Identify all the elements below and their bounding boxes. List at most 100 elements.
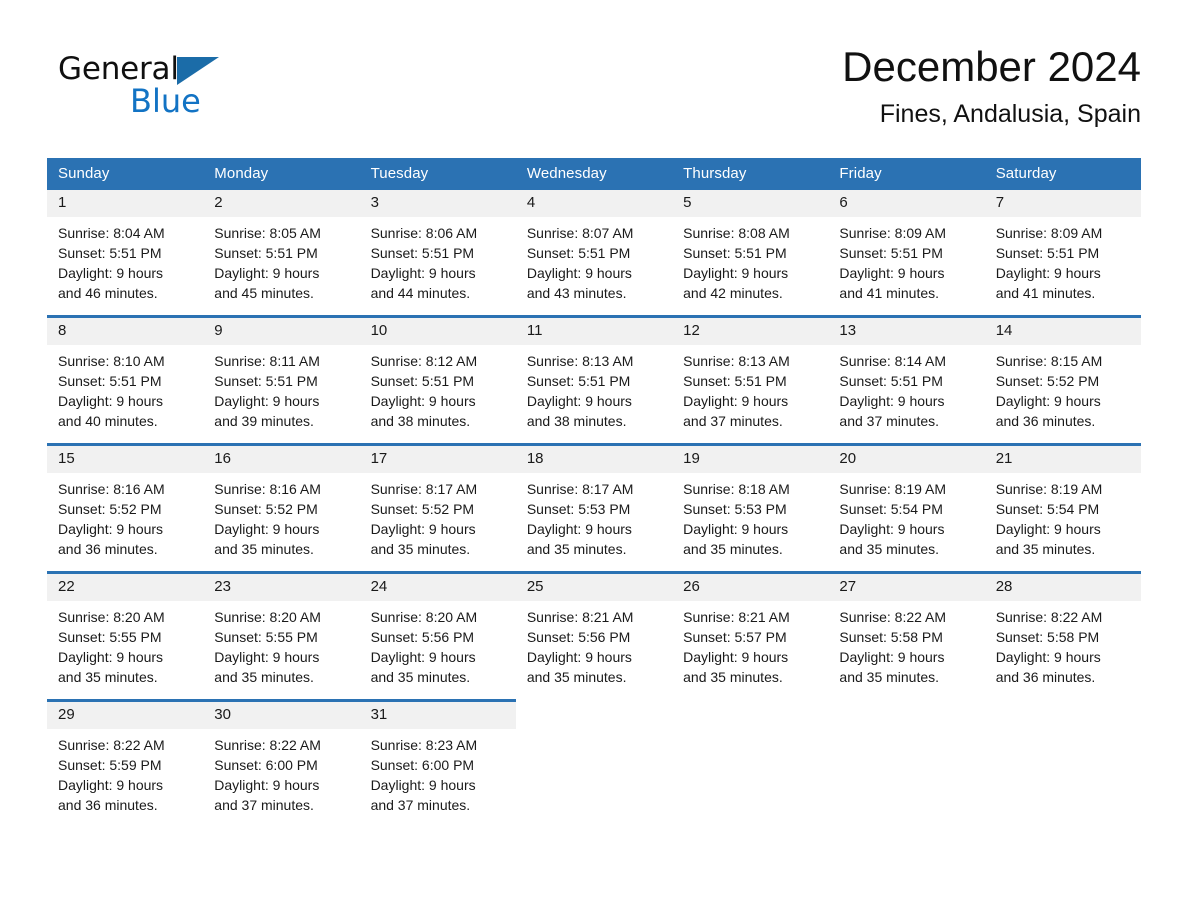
day-daylight-line1-text: Daylight: 9 hours bbox=[839, 649, 945, 665]
day-cell[interactable]: Sunrise: 8:22 AM Sunset: 6:00 PM Daylight:… bbox=[203, 729, 360, 827]
day-number[interactable]: 4 bbox=[515, 190, 673, 217]
day-number[interactable]: 5 bbox=[672, 190, 829, 217]
day-number[interactable]: 21 bbox=[984, 443, 1141, 473]
day-number[interactable]: 18 bbox=[515, 443, 673, 473]
day-cell[interactable]: Sunrise: 8:19 AM Sunset: 5:54 PM Daylight:… bbox=[984, 473, 1141, 573]
day-daylight-line1-text: Daylight: 9 hours bbox=[683, 265, 789, 281]
day-cell[interactable]: Sunrise: 8:09 AM Sunset: 5:51 PM Daylight:… bbox=[828, 217, 985, 317]
day-cell-empty bbox=[515, 729, 673, 827]
day-cell[interactable]: Sunrise: 8:14 AM Sunset: 5:51 PM Daylight:… bbox=[828, 345, 985, 445]
day-sunset-text: Sunset: 5:58 PM bbox=[995, 629, 1100, 645]
day-daylight-line1-text: Daylight: 9 hours bbox=[58, 393, 164, 409]
day-cell[interactable]: Sunrise: 8:09 AM Sunset: 5:51 PM Daylight:… bbox=[984, 217, 1141, 317]
day-cell[interactable]: Sunrise: 8:06 AM Sunset: 5:51 PM Daylight:… bbox=[359, 217, 516, 317]
day-cell[interactable]: Sunrise: 8:05 AM Sunset: 5:51 PM Daylight:… bbox=[203, 217, 360, 317]
day-sunrise-text: Sunrise: 8:22 AM bbox=[58, 737, 165, 753]
day-cell[interactable]: Sunrise: 8:17 AM Sunset: 5:53 PM Daylight:… bbox=[515, 473, 673, 573]
day-daylight-line1-text: Daylight: 9 hours bbox=[214, 393, 320, 409]
day-sunset-text: Sunset: 5:51 PM bbox=[58, 245, 162, 261]
day-number[interactable]: 2 bbox=[203, 190, 360, 217]
day-number[interactable]: 11 bbox=[515, 315, 673, 345]
day-number-empty bbox=[515, 700, 673, 729]
day-number[interactable]: 30 bbox=[203, 699, 360, 729]
weekday-header-thursday: Thursday bbox=[672, 158, 829, 190]
generalblue-logo[interactable]: General Blue bbox=[58, 52, 318, 120]
day-number[interactable]: 7 bbox=[984, 190, 1141, 217]
logo-top-row: General bbox=[58, 52, 318, 86]
day-daylight-line1-text: Daylight: 9 hours bbox=[370, 393, 476, 409]
weekday-header-friday: Friday bbox=[828, 158, 985, 190]
day-number[interactable]: 22 bbox=[47, 571, 204, 601]
day-sunrise-text: Sunrise: 8:20 AM bbox=[370, 609, 478, 625]
day-cell[interactable]: Sunrise: 8:11 AM Sunset: 5:51 PM Daylight:… bbox=[203, 345, 360, 445]
day-sunrise-text: Sunrise: 8:08 AM bbox=[683, 225, 790, 241]
day-sunset-text: Sunset: 6:00 PM bbox=[214, 757, 318, 773]
week-info-row: Sunrise: 8:16 AM Sunset: 5:52 PM Daylight:… bbox=[47, 473, 1141, 573]
day-number[interactable]: 1 bbox=[47, 190, 204, 217]
day-cell[interactable]: Sunrise: 8:10 AM Sunset: 5:51 PM Daylight:… bbox=[47, 345, 204, 445]
day-cell[interactable]: Sunrise: 8:22 AM Sunset: 5:59 PM Daylight:… bbox=[47, 729, 204, 827]
day-cell[interactable]: Sunrise: 8:21 AM Sunset: 5:57 PM Daylight:… bbox=[672, 601, 829, 701]
day-number[interactable]: 26 bbox=[672, 571, 829, 601]
day-cell-empty bbox=[984, 729, 1141, 827]
day-number[interactable]: 19 bbox=[672, 443, 829, 473]
day-number[interactable]: 23 bbox=[203, 571, 360, 601]
calendar-table: Sunday Monday Tuesday Wednesday Thursday… bbox=[47, 158, 1141, 827]
day-daylight-line2-text: and 38 minutes. bbox=[370, 413, 471, 429]
day-number[interactable]: 6 bbox=[828, 190, 985, 217]
day-cell[interactable]: Sunrise: 8:22 AM Sunset: 5:58 PM Daylight:… bbox=[828, 601, 985, 701]
day-number[interactable]: 20 bbox=[828, 443, 985, 473]
day-sunset-text: Sunset: 5:52 PM bbox=[58, 501, 162, 517]
day-sunrise-text: Sunrise: 8:22 AM bbox=[995, 609, 1103, 625]
day-cell[interactable]: Sunrise: 8:12 AM Sunset: 5:51 PM Daylight:… bbox=[359, 345, 516, 445]
day-cell[interactable]: Sunrise: 8:17 AM Sunset: 5:52 PM Daylight:… bbox=[359, 473, 516, 573]
day-number[interactable]: 28 bbox=[984, 571, 1141, 601]
day-daylight-line2-text: and 35 minutes. bbox=[370, 669, 471, 685]
day-number[interactable]: 25 bbox=[515, 571, 673, 601]
day-daylight-line2-text: and 44 minutes. bbox=[370, 285, 471, 301]
day-number[interactable]: 14 bbox=[984, 315, 1141, 345]
day-cell[interactable]: Sunrise: 8:18 AM Sunset: 5:53 PM Daylight:… bbox=[672, 473, 829, 573]
day-cell[interactable]: Sunrise: 8:08 AM Sunset: 5:51 PM Daylight:… bbox=[672, 217, 829, 317]
day-sunrise-text: Sunrise: 8:06 AM bbox=[370, 225, 478, 241]
day-cell[interactable]: Sunrise: 8:16 AM Sunset: 5:52 PM Daylight:… bbox=[47, 473, 204, 573]
calendar-page: General Blue December 2024 Fines, Andalu… bbox=[0, 0, 1188, 918]
day-number-empty bbox=[984, 700, 1141, 729]
day-cell[interactable]: Sunrise: 8:13 AM Sunset: 5:51 PM Daylight:… bbox=[515, 345, 673, 445]
day-number[interactable]: 3 bbox=[359, 190, 516, 217]
day-cell[interactable]: Sunrise: 8:20 AM Sunset: 5:55 PM Daylight:… bbox=[47, 601, 204, 701]
day-cell[interactable]: Sunrise: 8:23 AM Sunset: 6:00 PM Daylight:… bbox=[359, 729, 516, 827]
day-daylight-line2-text: and 36 minutes. bbox=[995, 413, 1096, 429]
day-number[interactable]: 15 bbox=[47, 443, 204, 473]
day-number[interactable]: 17 bbox=[359, 443, 516, 473]
day-number[interactable]: 29 bbox=[47, 699, 204, 729]
day-number[interactable]: 16 bbox=[203, 443, 360, 473]
day-number[interactable]: 8 bbox=[47, 315, 204, 345]
day-cell[interactable]: Sunrise: 8:15 AM Sunset: 5:52 PM Daylight:… bbox=[984, 345, 1141, 445]
day-sunset-text: Sunset: 5:54 PM bbox=[995, 501, 1100, 517]
day-cell[interactable]: Sunrise: 8:04 AM Sunset: 5:51 PM Daylight:… bbox=[47, 217, 204, 317]
day-number[interactable]: 24 bbox=[359, 571, 516, 601]
day-cell[interactable]: Sunrise: 8:07 AM Sunset: 5:51 PM Daylight:… bbox=[515, 217, 673, 317]
day-sunrise-text: Sunrise: 8:17 AM bbox=[526, 481, 634, 497]
day-cell[interactable]: Sunrise: 8:16 AM Sunset: 5:52 PM Daylight:… bbox=[203, 473, 360, 573]
day-daylight-line1-text: Daylight: 9 hours bbox=[370, 521, 476, 537]
day-number[interactable]: 12 bbox=[672, 315, 829, 345]
day-number[interactable]: 10 bbox=[359, 315, 516, 345]
day-sunrise-text: Sunrise: 8:13 AM bbox=[683, 353, 790, 369]
day-sunrise-text: Sunrise: 8:19 AM bbox=[995, 481, 1103, 497]
day-number[interactable]: 9 bbox=[203, 315, 360, 345]
day-cell[interactable]: Sunrise: 8:22 AM Sunset: 5:58 PM Daylight:… bbox=[984, 601, 1141, 701]
day-cell[interactable]: Sunrise: 8:19 AM Sunset: 5:54 PM Daylight:… bbox=[828, 473, 985, 573]
day-sunset-text: Sunset: 5:56 PM bbox=[526, 629, 631, 645]
week-info-row: Sunrise: 8:22 AM Sunset: 5:59 PM Daylight:… bbox=[47, 729, 1141, 827]
day-cell[interactable]: Sunrise: 8:13 AM Sunset: 5:51 PM Daylight:… bbox=[672, 345, 829, 445]
day-cell[interactable]: Sunrise: 8:21 AM Sunset: 5:56 PM Daylight:… bbox=[515, 601, 673, 701]
day-sunset-text: Sunset: 5:59 PM bbox=[58, 757, 162, 773]
day-cell[interactable]: Sunrise: 8:20 AM Sunset: 5:56 PM Daylight:… bbox=[359, 601, 516, 701]
day-number[interactable]: 27 bbox=[828, 571, 985, 601]
day-cell[interactable]: Sunrise: 8:20 AM Sunset: 5:55 PM Daylight:… bbox=[203, 601, 360, 701]
day-number[interactable]: 31 bbox=[359, 699, 516, 729]
day-number[interactable]: 13 bbox=[828, 315, 985, 345]
day-daylight-line2-text: and 36 minutes. bbox=[58, 541, 158, 557]
